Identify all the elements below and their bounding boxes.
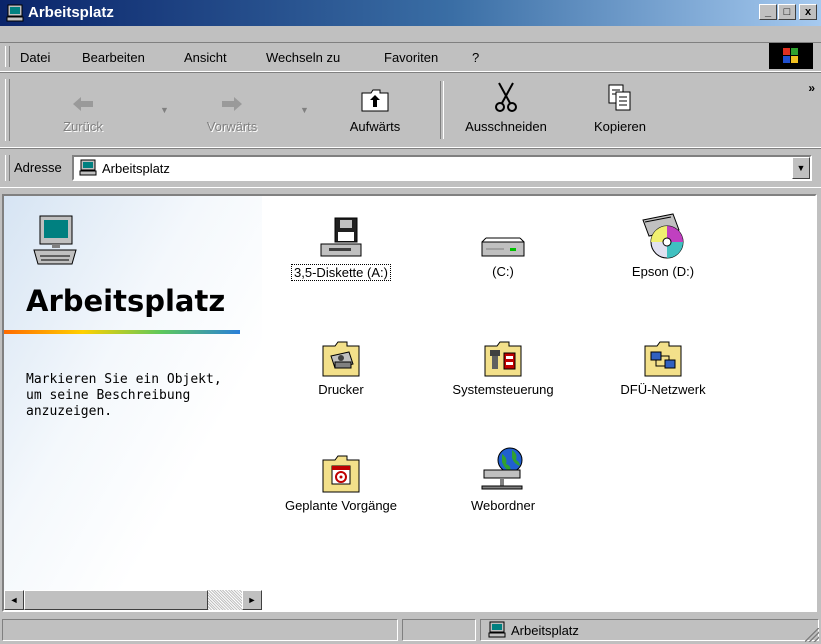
resize-grip-icon[interactable]	[805, 628, 819, 642]
menu-help-label: ?	[472, 50, 480, 65]
menu-favoriten[interactable]: Favoriten	[384, 50, 438, 65]
copy-button[interactable]: Kopieren	[578, 79, 662, 134]
item-cd-drive[interactable]: Epson (D:)	[588, 200, 738, 279]
panel-description: Markieren Sie ein Objekt, um seine Besch…	[26, 372, 222, 419]
forward-button[interactable]: Vorwärts	[192, 79, 272, 134]
item-floppy-drive[interactable]: 3,5-Diskette (A:)	[266, 200, 416, 281]
panel-heading: Arbeitsplatz	[26, 284, 226, 318]
maximize-button[interactable]: □	[778, 4, 796, 20]
cut-label: Ausschneiden	[465, 119, 547, 134]
info-panel: Arbeitsplatz Markieren Sie ein Objekt, u…	[4, 196, 262, 610]
menu-wechseln-zu-label: Wechseln zu	[266, 50, 341, 65]
hard-drive-icon	[428, 200, 578, 260]
menu-help[interactable]: ?	[472, 50, 479, 65]
address-dropdown-button[interactable]: ▼	[792, 157, 810, 179]
item-scheduled-tasks[interactable]: Geplante Vorgänge	[266, 434, 416, 513]
cut-button[interactable]: Ausschneiden	[444, 79, 568, 134]
scheduled-tasks-folder-icon	[266, 434, 416, 494]
printers-folder-icon	[266, 318, 416, 378]
copy-icon	[578, 79, 662, 113]
menu-ansicht-label: Ansicht	[184, 50, 227, 65]
item-hard-drive[interactable]: (C:)	[428, 200, 578, 279]
menu-wechseln-zu[interactable]: Wechseln zu	[266, 50, 340, 65]
address-grip[interactable]	[5, 155, 10, 181]
status-panel-mid	[402, 619, 476, 641]
menu-datei[interactable]: Datei	[20, 50, 50, 65]
back-arrow-icon	[48, 79, 118, 113]
scroll-thumb[interactable]	[24, 590, 208, 610]
computer-icon	[78, 159, 98, 180]
menu-bearbeiten[interactable]: Bearbeiten	[82, 50, 145, 65]
forward-arrow-icon	[192, 79, 272, 113]
scroll-left-button[interactable]: ◄	[4, 590, 24, 610]
title-bar[interactable]: Arbeitsplatz _ □ x	[0, 0, 821, 26]
status-panel-zone: Arbeitsplatz	[480, 619, 819, 641]
copy-label: Kopieren	[593, 119, 647, 134]
computer-icon	[6, 4, 24, 25]
dialup-network-folder-icon	[588, 318, 738, 378]
standard-toolbar: Zurück ▼ Vorwärts ▼ Aufwärts Ausschneide…	[0, 72, 821, 148]
computer-icon	[487, 621, 507, 642]
menu-datei-label: Datei	[20, 50, 51, 65]
back-dropdown-icon[interactable]: ▼	[160, 105, 169, 115]
address-bar: Adresse Arbeitsplatz ▼	[0, 148, 821, 188]
item-label: 3,5-Diskette (A:)	[291, 264, 391, 281]
address-label: Adresse	[14, 160, 62, 175]
item-label: Drucker	[318, 382, 364, 397]
rainbow-divider	[4, 330, 240, 334]
item-dialup-network[interactable]: DFÜ-Netzwerk	[588, 318, 738, 397]
menu-grip[interactable]	[5, 46, 10, 67]
item-label: Geplante Vorgänge	[284, 498, 398, 513]
up-label: Aufwärts	[349, 119, 401, 134]
scroll-track[interactable]	[208, 590, 242, 610]
address-value: Arbeitsplatz	[102, 161, 170, 176]
menu-bar: Datei Bearbeiten Ansicht Wechseln zu Fav…	[0, 42, 821, 72]
back-button[interactable]: Zurück	[48, 79, 118, 134]
address-combobox[interactable]: Arbeitsplatz ▼	[72, 155, 812, 181]
minimize-button[interactable]: _	[759, 4, 777, 20]
scissors-icon	[444, 79, 568, 113]
item-label: Systemsteuerung	[452, 382, 554, 397]
status-zone-text: Arbeitsplatz	[511, 623, 579, 638]
forward-label: Vorwärts	[206, 119, 258, 134]
horizontal-scrollbar[interactable]: ◄ ►	[4, 590, 262, 610]
close-button[interactable]: x	[799, 4, 817, 20]
windows-logo-icon	[769, 43, 813, 72]
item-label: Webordner	[470, 498, 536, 513]
status-bar: Arbeitsplatz	[0, 615, 821, 644]
toolbar-overflow-chevron[interactable]: »	[808, 81, 815, 95]
large-computer-icon	[32, 214, 80, 273]
web-folders-icon	[428, 434, 578, 494]
back-label: Zurück	[63, 119, 103, 134]
control-panel-folder-icon	[428, 318, 578, 378]
floppy-drive-icon	[266, 200, 416, 260]
item-web-folders[interactable]: Webordner	[428, 434, 578, 513]
item-control-panel[interactable]: Systemsteuerung	[428, 318, 578, 397]
scroll-right-button[interactable]: ►	[242, 590, 262, 610]
menu-ansicht[interactable]: Ansicht	[184, 50, 227, 65]
forward-dropdown-icon[interactable]: ▼	[300, 105, 309, 115]
up-button[interactable]: Aufwärts	[330, 79, 420, 134]
cd-drive-icon	[588, 200, 738, 260]
item-printers[interactable]: Drucker	[266, 318, 416, 397]
item-label: DFÜ-Netzwerk	[620, 382, 706, 397]
status-panel-main	[2, 619, 398, 641]
content-pane: Arbeitsplatz Markieren Sie ein Objekt, u…	[2, 194, 817, 612]
window-title: Arbeitsplatz	[28, 4, 114, 21]
folder-up-icon	[330, 79, 420, 113]
menu-favoriten-label: Favoriten	[384, 50, 439, 65]
item-label: (C:)	[492, 264, 514, 279]
explorer-window: Arbeitsplatz _ □ x Datei Bearbeiten Ansi…	[0, 0, 821, 644]
toolbar-grip[interactable]	[5, 79, 10, 141]
menu-bearbeiten-label: Bearbeiten	[82, 50, 145, 65]
item-label: Epson (D:)	[631, 264, 695, 279]
